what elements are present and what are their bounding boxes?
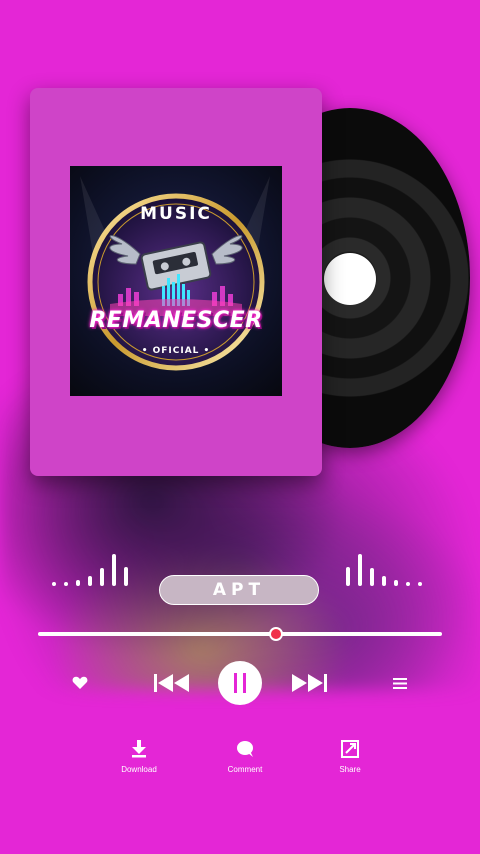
progress-slider[interactable] xyxy=(38,627,442,641)
pause-button[interactable] xyxy=(218,661,262,705)
download-label: Download xyxy=(121,765,157,774)
vinyl-label xyxy=(324,253,376,305)
equalizer-bar xyxy=(382,576,386,586)
download-icon xyxy=(132,740,146,758)
heart-icon[interactable] xyxy=(70,674,90,692)
skip-next-icon[interactable] xyxy=(289,672,329,694)
logo-official-text: • OFICIAL • xyxy=(141,346,211,356)
equalizer-bar xyxy=(64,582,68,586)
pause-icon xyxy=(234,673,246,693)
equalizer-bar xyxy=(394,580,398,586)
share-button[interactable]: Share xyxy=(320,740,380,774)
equalizer-bar xyxy=(418,582,422,586)
logo-music-text: MUSIC xyxy=(140,204,212,224)
list-menu-icon[interactable] xyxy=(392,676,408,690)
equalizer-left xyxy=(52,554,128,586)
equalizer-bar xyxy=(112,554,116,586)
album-cover-card: MUSIC REMANESCER • OFICIAL • xyxy=(30,88,322,476)
logo-brand-text: REMANESCER xyxy=(89,308,263,333)
equalizer-bar xyxy=(52,582,56,586)
skip-previous-icon[interactable] xyxy=(152,672,192,694)
equalizer-bar xyxy=(100,568,104,586)
equalizer-bar xyxy=(406,582,410,586)
album-artwork: MUSIC REMANESCER • OFICIAL • xyxy=(70,166,282,396)
equalizer-bar xyxy=(370,568,374,586)
song-title: APT xyxy=(159,575,319,605)
share-icon xyxy=(341,740,359,758)
comment-label: Comment xyxy=(227,765,263,774)
comment-button[interactable]: Comment xyxy=(215,740,275,774)
share-label: Share xyxy=(339,765,361,774)
download-button[interactable]: Download xyxy=(109,740,169,774)
equalizer-bar xyxy=(346,567,350,586)
equalizer-right xyxy=(346,554,422,586)
equalizer-bar xyxy=(76,580,80,586)
equalizer-bar xyxy=(88,576,92,586)
comment-icon xyxy=(237,741,253,757)
equalizer-bar xyxy=(358,554,362,586)
equalizer-bar xyxy=(124,567,128,586)
